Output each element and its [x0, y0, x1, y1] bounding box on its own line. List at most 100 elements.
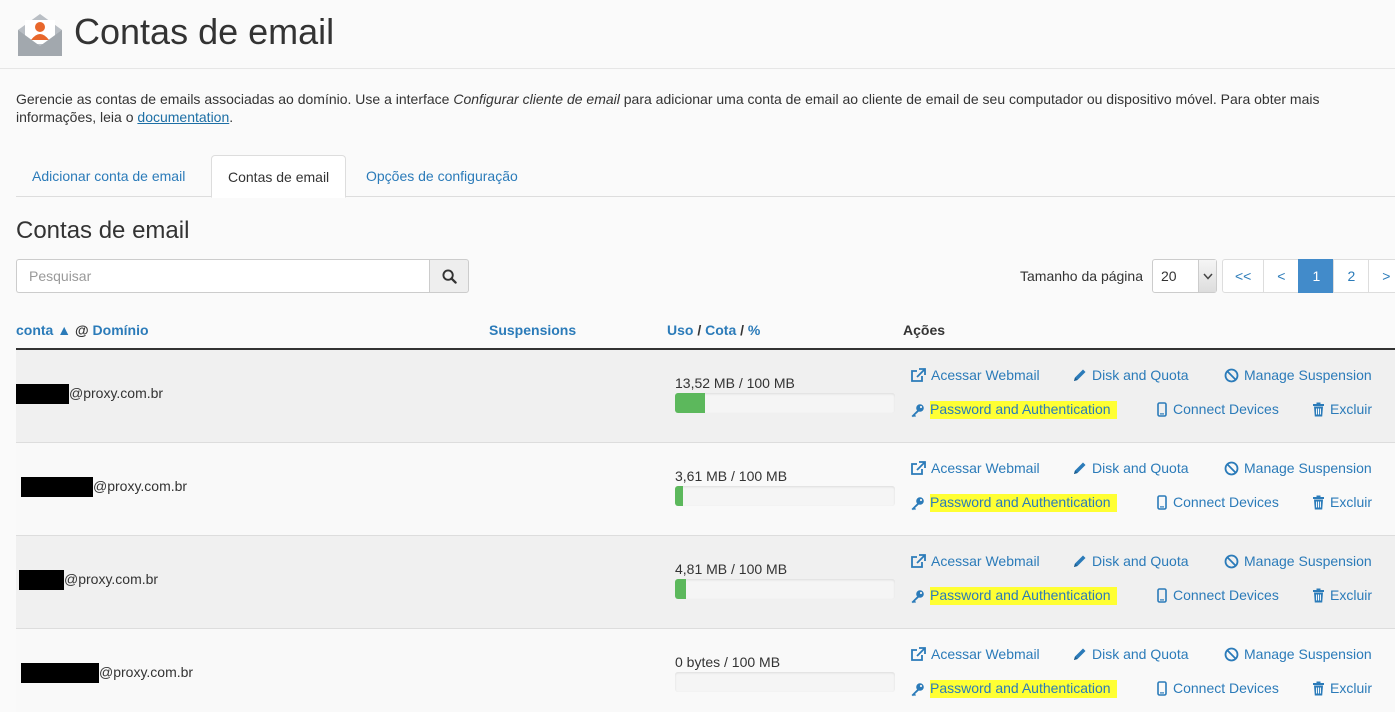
ban-icon [1224, 461, 1239, 475]
webmail-button[interactable]: Acessar Webmail [910, 460, 1040, 476]
webmail-button[interactable]: Acessar Webmail [910, 367, 1040, 383]
actions-header: Ações [903, 322, 946, 338]
disk-quota-button[interactable]: Disk and Quota [1072, 460, 1189, 476]
search-group [16, 259, 469, 293]
usage-progress-bar [675, 672, 895, 692]
manage-suspension-button[interactable]: Manage Suspension [1224, 367, 1372, 383]
pencil-icon [1074, 369, 1086, 381]
email-domain: @proxy.com.br [64, 571, 159, 587]
usage-progress-bar [675, 393, 895, 413]
page-size-select[interactable]: 20 [1152, 259, 1217, 293]
delete-button[interactable]: Excluir [1312, 587, 1372, 603]
search-icon [441, 268, 457, 284]
usage-text: 13,52 MB / 100 MB [675, 375, 795, 391]
section-title: Contas de email [16, 217, 190, 244]
usage-text: 4,81 MB / 100 MB [675, 561, 788, 577]
tabs: Adicionar conta de email Contas de email… [16, 155, 1395, 198]
table-row: @proxy.com.br 0 bytes / 100 MB Acessar W… [16, 629, 1395, 712]
usage-header: Uso / Cota / % [667, 322, 761, 338]
pagination-first[interactable]: << [1222, 259, 1265, 293]
redacted-username [16, 384, 69, 404]
ban-icon [1224, 368, 1239, 382]
external-link-icon [911, 553, 926, 568]
sort-by-percent[interactable]: % [748, 322, 760, 338]
mobile-device-icon [1157, 680, 1167, 696]
ban-icon [1224, 647, 1239, 661]
usage-progress-fill [675, 486, 683, 506]
delete-button[interactable]: Excluir [1312, 494, 1372, 510]
usage-progress-bar [675, 579, 895, 599]
manage-suspension-button[interactable]: Manage Suspension [1224, 646, 1372, 662]
password-authentication-button[interactable]: Password and Authentication [910, 587, 1117, 605]
mobile-device-icon [1157, 401, 1167, 417]
search-input[interactable] [16, 259, 430, 293]
password-authentication-button[interactable]: Password and Authentication [910, 494, 1117, 512]
redacted-username [19, 570, 64, 590]
pencil-icon [1074, 462, 1086, 474]
tab-add-email-account[interactable]: Adicionar conta de email [16, 155, 201, 197]
key-icon [911, 682, 924, 696]
usage-progress-bar [675, 486, 895, 506]
pencil-icon [1074, 555, 1086, 567]
trash-icon [1313, 588, 1324, 602]
sort-by-account[interactable]: conta [16, 322, 53, 338]
trash-icon [1313, 681, 1324, 695]
sort-by-domain[interactable]: Domínio [93, 322, 149, 338]
password-authentication-button[interactable]: Password and Authentication [910, 401, 1117, 419]
webmail-button[interactable]: Acessar Webmail [910, 646, 1040, 662]
manage-suspension-button[interactable]: Manage Suspension [1224, 553, 1372, 569]
table-header: conta ▲ @ Domínio Suspensions Uso / Cota… [16, 314, 1395, 350]
intro-text: Gerencie as contas de emails associadas … [16, 91, 1320, 125]
usage-progress-fill [675, 393, 705, 413]
connect-devices-button[interactable]: Connect Devices [1156, 494, 1279, 510]
pagination-prev[interactable]: < [1263, 259, 1300, 293]
sort-by-usage[interactable]: Uso [667, 322, 693, 338]
connect-devices-button[interactable]: Connect Devices [1156, 587, 1279, 603]
page-header: Contas de email [0, 0, 1395, 69]
sort-by-quota[interactable]: Cota [705, 322, 736, 338]
usage-text: 3,61 MB / 100 MB [675, 468, 788, 484]
redacted-username [21, 663, 99, 683]
external-link-icon [911, 460, 926, 475]
table-row: @proxy.com.br 4,81 MB / 100 MB Acessar W… [16, 536, 1395, 629]
email-domain: @proxy.com.br [69, 385, 164, 401]
connect-devices-button[interactable]: Connect Devices [1156, 680, 1279, 696]
key-icon [911, 589, 924, 603]
delete-button[interactable]: Excluir [1312, 680, 1372, 696]
account-domain-header: conta ▲ @ Domínio [16, 322, 149, 338]
sort-by-suspensions[interactable]: Suspensions [489, 322, 576, 338]
pagination-page-1[interactable]: 1 [1298, 259, 1335, 293]
webmail-button[interactable]: Acessar Webmail [910, 553, 1040, 569]
key-icon [911, 403, 924, 417]
sort-asc-icon: ▲ [57, 322, 72, 338]
mobile-device-icon [1157, 587, 1167, 603]
table-row: @proxy.com.br 3,61 MB / 100 MB Acessar W… [16, 443, 1395, 536]
external-link-icon [911, 367, 926, 382]
usage-progress-fill [675, 579, 686, 599]
trash-icon [1313, 495, 1324, 509]
external-link-icon [911, 646, 926, 661]
manage-suspension-button[interactable]: Manage Suspension [1224, 460, 1372, 476]
delete-button[interactable]: Excluir [1312, 401, 1372, 417]
search-button[interactable] [429, 259, 469, 293]
mobile-device-icon [1157, 494, 1167, 510]
page-size-label: Tamanho da página [1020, 268, 1143, 284]
connect-devices-button[interactable]: Connect Devices [1156, 401, 1279, 417]
trash-icon [1313, 402, 1324, 416]
password-authentication-button[interactable]: Password and Authentication [910, 680, 1117, 698]
documentation-link[interactable]: documentation [137, 109, 229, 125]
page-size-value: 20 [1161, 268, 1177, 284]
tab-email-accounts[interactable]: Contas de email [211, 155, 347, 198]
disk-quota-button[interactable]: Disk and Quota [1072, 646, 1189, 662]
tab-configuration-options[interactable]: Opções de configuração [350, 155, 534, 197]
disk-quota-button[interactable]: Disk and Quota [1072, 367, 1189, 383]
pagination-page-2[interactable]: 2 [1333, 259, 1370, 293]
email-accounts-icon [18, 14, 62, 56]
email-domain: @proxy.com.br [93, 478, 188, 494]
pencil-icon [1074, 648, 1086, 660]
pagination: << < 1 2 > [1222, 259, 1395, 293]
ban-icon [1224, 554, 1239, 568]
usage-text: 0 bytes / 100 MB [675, 654, 781, 670]
pagination-next[interactable]: > [1368, 259, 1395, 293]
disk-quota-button[interactable]: Disk and Quota [1072, 553, 1189, 569]
